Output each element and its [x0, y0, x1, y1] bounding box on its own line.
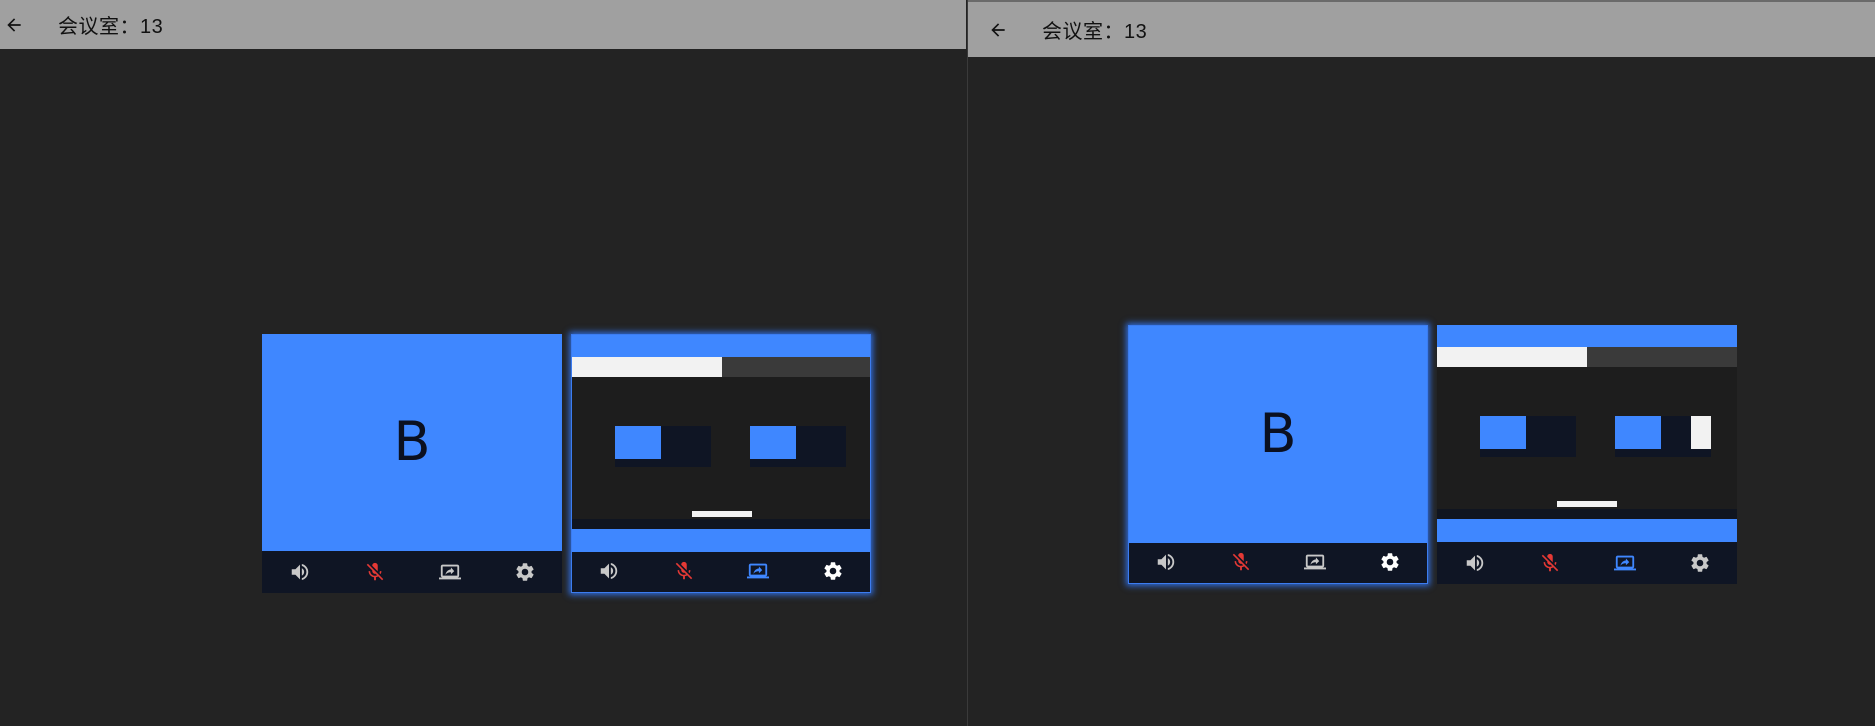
tile-controls — [1437, 542, 1737, 584]
settings-icon[interactable] — [818, 556, 848, 586]
participant-tile-screenshare[interactable] — [571, 334, 871, 593]
shared-screen — [572, 335, 870, 552]
screen-share-icon[interactable] — [1300, 547, 1330, 577]
participant-tile-screenshare[interactable] — [1437, 325, 1737, 584]
shared-screen-capture — [572, 357, 870, 529]
settings-icon[interactable] — [1685, 548, 1715, 578]
shared-screen — [1437, 325, 1737, 542]
room-title: 会议室：13 — [58, 16, 164, 38]
mic-off-icon[interactable] — [669, 556, 699, 586]
participant-tile-b[interactable]: B — [1128, 325, 1428, 584]
meeting-window-left: 会议室：13 B — [0, 0, 966, 726]
participant-video: B — [262, 334, 562, 551]
back-arrow-icon[interactable] — [984, 16, 1012, 44]
settings-icon[interactable] — [510, 557, 540, 587]
tile-controls — [572, 550, 870, 592]
mic-off-icon[interactable] — [1535, 548, 1565, 578]
mic-off-icon[interactable] — [360, 557, 390, 587]
participant-video: B — [1129, 326, 1427, 543]
tile-controls — [262, 551, 562, 593]
volume-icon[interactable] — [1151, 547, 1181, 577]
mic-off-icon[interactable] — [1226, 547, 1256, 577]
app-bar: 会议室：13 — [968, 0, 1875, 57]
tile-controls — [1129, 541, 1427, 583]
app-bar: 会议室：13 — [0, 0, 966, 49]
screen-share-icon[interactable] — [1610, 548, 1640, 578]
settings-icon[interactable] — [1375, 547, 1405, 577]
volume-icon[interactable] — [1460, 548, 1490, 578]
screen-share-icon[interactable] — [435, 557, 465, 587]
avatar-letter: B — [393, 410, 431, 473]
shared-screen-capture — [1437, 347, 1737, 519]
room-title: 会议室：13 — [1042, 21, 1148, 43]
screen-share-icon[interactable] — [743, 556, 773, 586]
participant-tile-b[interactable]: B — [262, 334, 562, 593]
avatar-letter: B — [1259, 402, 1297, 465]
volume-icon[interactable] — [285, 557, 315, 587]
back-arrow-icon[interactable] — [0, 11, 28, 39]
volume-icon[interactable] — [594, 556, 624, 586]
meeting-window-right: 会议室：13 B — [967, 0, 1875, 726]
